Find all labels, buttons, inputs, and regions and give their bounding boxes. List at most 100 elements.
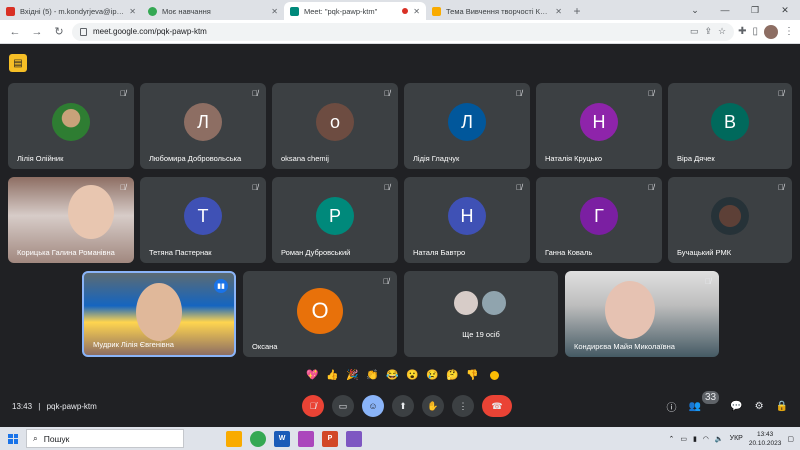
participant-name: Наталія Круцько bbox=[545, 154, 603, 163]
raise-hand-button[interactable]: ✋ bbox=[422, 395, 444, 417]
back-button[interactable]: ← bbox=[6, 23, 24, 41]
activities-button[interactable]: ⚙ bbox=[755, 401, 764, 412]
skin-tone-picker[interactable] bbox=[489, 369, 500, 381]
address-bar[interactable]: meet.google.com/pqk-pawp-ktm ▭ ⇪ ☆ bbox=[72, 22, 735, 41]
present-button[interactable]: ⬆ bbox=[392, 395, 414, 417]
reaction-laugh-icon[interactable]: 😂 bbox=[385, 368, 400, 383]
start-button[interactable] bbox=[0, 427, 26, 450]
document-icon[interactable]: ▤ bbox=[9, 54, 27, 72]
participant-tile[interactable]: o 🎙̸ oksana chemij bbox=[272, 83, 398, 169]
reaction-thumbs-down-icon[interactable]: 👎 bbox=[465, 368, 480, 383]
sidepanel-icon[interactable]: ▯ bbox=[752, 26, 758, 37]
tab-title: Meet: "pqk-pawp-ktm" bbox=[304, 6, 378, 16]
reaction-clap-icon[interactable]: 👏 bbox=[365, 368, 380, 383]
wifi-icon[interactable]: ◠ bbox=[703, 435, 709, 443]
reactions-button[interactable]: ☺ bbox=[362, 395, 384, 417]
powerpoint-icon[interactable]: P bbox=[322, 430, 338, 447]
video-feed bbox=[68, 185, 114, 239]
participant-count-badge: 33 bbox=[702, 390, 720, 404]
participant-video-tile[interactable]: 🎙̸ Корицька Галина Романівна bbox=[8, 177, 134, 263]
close-icon[interactable]: ✕ bbox=[271, 7, 278, 16]
paint-icon[interactable] bbox=[298, 430, 314, 447]
mic-off-icon: 🎙̸ bbox=[705, 277, 711, 286]
participant-tile[interactable]: Н 🎙̸ Наталя Бавтро bbox=[404, 177, 530, 263]
new-tab-button[interactable]: + bbox=[568, 2, 586, 20]
extensions-icon[interactable]: ✚ bbox=[738, 26, 746, 37]
tab-learning[interactable]: Моє навчання ✕ bbox=[142, 2, 284, 20]
participant-video-tile[interactable]: ▮▮ Мудрик Лілія Євгенівна bbox=[82, 271, 236, 357]
avatar: o bbox=[316, 103, 354, 141]
participant-tile[interactable]: В 🎙̸ Віра Дячек bbox=[668, 83, 792, 169]
reload-button[interactable]: ↻ bbox=[50, 23, 68, 41]
participant-tile[interactable]: О 🎙̸ Оксана bbox=[243, 271, 397, 357]
reaction-thumbs-up-icon[interactable]: 👍 bbox=[325, 368, 340, 383]
participant-tile[interactable]: Н 🎙̸ Наталія Круцько bbox=[536, 83, 662, 169]
avatar bbox=[52, 103, 90, 141]
meeting-time: 13:43 bbox=[12, 401, 33, 411]
avatar[interactable] bbox=[764, 24, 778, 39]
participant-tile[interactable]: Л 🎙̸ Любомира Добровольська bbox=[140, 83, 266, 169]
tab-topic[interactable]: Тема Вивчення творчості Кот… ✕ bbox=[426, 2, 568, 20]
share-icon[interactable]: ⇪ bbox=[704, 26, 712, 37]
avatar bbox=[480, 289, 508, 317]
star-icon[interactable]: ☆ bbox=[718, 26, 726, 37]
participant-tile[interactable]: 🎙̸ Бучацький РМК bbox=[668, 177, 792, 263]
video-feed bbox=[605, 281, 655, 339]
meeting-code[interactable]: pqk-pawp-ktm bbox=[47, 402, 97, 411]
camera-toggle-button[interactable]: ▭ bbox=[332, 395, 354, 417]
close-window-button[interactable]: ✕ bbox=[770, 0, 800, 20]
network-icon[interactable]: ▭ bbox=[680, 435, 687, 443]
close-icon[interactable]: ✕ bbox=[413, 7, 420, 16]
avatar: Л bbox=[448, 103, 486, 141]
participant-tile[interactable]: Г 🎙̸ Ганна Коваль bbox=[536, 177, 662, 263]
browser-tabstrip: Вхідні (5) - m.kondyrjeva@ippo ✕ Моє нав… bbox=[0, 0, 800, 20]
close-icon[interactable]: ✕ bbox=[555, 7, 562, 16]
minimize-button[interactable]: — bbox=[710, 0, 740, 20]
reaction-party-icon[interactable]: 🎉 bbox=[345, 368, 360, 383]
lock-icon[interactable] bbox=[80, 27, 87, 36]
tab-meet[interactable]: Meet: "pqk-pawp-ktm" ✕ bbox=[284, 2, 426, 20]
more-participants-tile[interactable]: Ще 19 осіб bbox=[404, 271, 558, 357]
maximize-button[interactable]: ❐ bbox=[740, 0, 770, 20]
avatar bbox=[452, 289, 480, 317]
notifications-icon[interactable]: ▢ bbox=[787, 435, 794, 443]
volume-icon[interactable]: 🔈 bbox=[715, 435, 724, 443]
language-indicator[interactable]: УКР bbox=[730, 435, 743, 442]
side-controls: ⓘ 👥33 💬 ⚙ 🔒 bbox=[667, 390, 788, 414]
tab-title: Вхідні (5) - m.kondyrjeva@ippo bbox=[20, 6, 125, 16]
mic-toggle-button[interactable]: 🎙̸ bbox=[302, 395, 324, 417]
chat-button[interactable]: 💬 bbox=[730, 401, 742, 412]
participant-tile[interactable]: Т 🎙̸ Тетяна Пастернак bbox=[140, 177, 266, 263]
mic-off-icon: 🎙̸ bbox=[516, 183, 522, 192]
host-controls-button[interactable]: 🔒 bbox=[776, 401, 788, 412]
tab-gmail[interactable]: Вхідні (5) - m.kondyrjeva@ippo ✕ bbox=[0, 2, 142, 20]
forward-button[interactable]: → bbox=[28, 23, 46, 41]
battery-icon[interactable]: ▮ bbox=[693, 435, 697, 443]
word-icon[interactable]: W bbox=[274, 430, 290, 447]
people-button[interactable]: 👥33 bbox=[689, 390, 720, 412]
clock[interactable]: 13:43 20.10.2023 bbox=[749, 430, 782, 448]
camera-icon[interactable]: ▭ bbox=[690, 26, 699, 37]
clock-date: 20.10.2023 bbox=[748, 439, 782, 447]
reaction-heart-icon[interactable]: 💖 bbox=[305, 368, 320, 383]
avatar: Т bbox=[184, 197, 222, 235]
more-options-button[interactable]: ⋮ bbox=[452, 395, 474, 417]
reaction-sad-icon[interactable]: 😢 bbox=[425, 368, 440, 383]
participant-tile[interactable]: 🎙̸ Лілія Олійник bbox=[8, 83, 134, 169]
reaction-surprised-icon[interactable]: 😮 bbox=[405, 368, 420, 383]
taskbar-search[interactable]: ⌕ Пошук bbox=[26, 429, 184, 448]
participant-tile[interactable]: Р 🎙̸ Роман Дубровський bbox=[272, 177, 398, 263]
app-icon[interactable] bbox=[346, 430, 362, 447]
reaction-thinking-icon[interactable]: 🤔 bbox=[445, 368, 460, 383]
close-icon[interactable]: ✕ bbox=[129, 7, 136, 16]
file-explorer-icon[interactable] bbox=[226, 430, 242, 447]
participant-video-tile[interactable]: 🎙̸ Кондирєва Майя Миколаївна bbox=[565, 271, 719, 357]
menu-icon[interactable]: ⋮ bbox=[784, 26, 794, 37]
chrome-icon[interactable] bbox=[250, 430, 266, 447]
more-participants-label: Ще 19 осіб bbox=[462, 330, 500, 339]
chevron-down-icon[interactable]: ⌄ bbox=[680, 0, 710, 20]
chevron-up-icon[interactable]: ⌃ bbox=[668, 435, 674, 443]
leave-call-button[interactable]: ☎ bbox=[482, 395, 512, 417]
participant-tile[interactable]: Л 🎙̸ Лідія Гладчук bbox=[404, 83, 530, 169]
info-button[interactable]: ⓘ bbox=[667, 399, 677, 414]
